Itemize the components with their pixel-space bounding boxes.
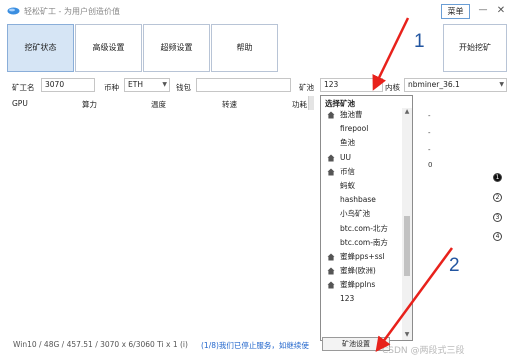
status-message[interactable]: (1/8)我们已停止服务，如继续使 bbox=[201, 340, 309, 351]
page-indicator-1[interactable]: 1 bbox=[493, 173, 502, 182]
column-header-hashrate: 算力 bbox=[82, 100, 97, 109]
column-header-gpu: GPU bbox=[12, 99, 28, 108]
dropdown-scrollbar[interactable]: ▲ ▼ bbox=[402, 108, 412, 340]
pool-option[interactable]: btc.com-北方 bbox=[321, 222, 401, 236]
pool-option-label: btc.com-北方 bbox=[340, 223, 388, 233]
annotation-number-1: 1 bbox=[414, 31, 425, 52]
pool-option-label: UU bbox=[340, 152, 351, 162]
annotation-number-2: 2 bbox=[449, 255, 460, 276]
chevron-down-icon: ▼ bbox=[375, 81, 380, 88]
pool-select[interactable]: 123 ▼ bbox=[320, 78, 383, 92]
coin-select[interactable]: ETH ▼ bbox=[124, 78, 170, 92]
pool-option-label: 小鸟矿池 bbox=[340, 209, 370, 219]
pool-label: 矿池 bbox=[299, 83, 314, 92]
home-icon bbox=[327, 111, 335, 119]
stat-value: - bbox=[428, 129, 431, 137]
column-header-power: 功耗 bbox=[292, 100, 307, 109]
home-icon bbox=[327, 267, 335, 275]
stat-value: 0 bbox=[428, 161, 433, 169]
start-mining-button[interactable]: 开始挖矿 bbox=[443, 24, 507, 72]
pool-option[interactable]: 蚂蚁 bbox=[321, 179, 401, 193]
watermark: CSDN @两段式三段 bbox=[382, 346, 465, 356]
app-logo-icon bbox=[7, 7, 20, 15]
pool-option[interactable]: 蜜蜂pplns bbox=[321, 278, 401, 292]
pool-list[interactable]: 独池曹 firepool 鱼池 UU 币信蚂蚁 hashbase 小鸟矿池 btc.com-北… bbox=[321, 108, 401, 340]
pool-option-label: 蚂蚁 bbox=[340, 180, 355, 190]
column-divider bbox=[308, 96, 314, 110]
pool-option-label: 独池曹 bbox=[340, 110, 363, 119]
chevron-down-icon: ▼ bbox=[162, 81, 167, 88]
tab-mining-status[interactable]: 挖矿状态 bbox=[7, 24, 74, 72]
tab-help[interactable]: 帮助 bbox=[211, 24, 278, 72]
tab-advanced-settings[interactable]: 高级设置 bbox=[75, 24, 142, 72]
chevron-down-icon: ▼ bbox=[499, 81, 504, 88]
minimize-icon[interactable]: — bbox=[476, 4, 490, 18]
worker-name-value: 3070 bbox=[45, 80, 65, 89]
pool-option-label: btc.com-南方 bbox=[340, 237, 388, 247]
pool-option[interactable]: firepool bbox=[321, 122, 401, 136]
pool-value: 123 bbox=[324, 80, 339, 89]
scroll-down-icon[interactable]: ▼ bbox=[402, 331, 412, 340]
worker-name-label: 矿工名 bbox=[12, 83, 35, 92]
worker-name-input[interactable]: 3070 bbox=[41, 78, 95, 92]
pool-dropdown[interactable]: 选择矿池 独池曹 firepool 鱼池 UU 币信 蚂蚁 hashbase 小鸟矿池 btc.… bbox=[320, 95, 413, 341]
pool-option[interactable]: 独池曹 bbox=[321, 108, 401, 122]
pool-option[interactable]: 币信 bbox=[321, 165, 401, 179]
wallet-label: 钱包 bbox=[176, 83, 191, 92]
pool-option-label: 币信 bbox=[340, 166, 355, 176]
pool-option-label: firepool bbox=[340, 124, 369, 134]
coin-label: 币种 bbox=[104, 83, 119, 92]
column-header-temperature: 温度 bbox=[151, 100, 166, 109]
pool-option[interactable]: 小鸟矿池 bbox=[321, 207, 401, 221]
pool-option-label: 蜜蜂(欧洲) bbox=[340, 266, 376, 276]
page-indicator-2[interactable]: 2 bbox=[493, 193, 502, 202]
scrollbar-thumb[interactable] bbox=[404, 216, 410, 276]
pool-option[interactable]: UU bbox=[321, 151, 401, 165]
pool-option-label: 蜜蜂pps+ssl bbox=[340, 251, 385, 261]
coin-value: ETH bbox=[128, 80, 143, 89]
pool-settings-button[interactable]: 矿池设置 bbox=[322, 337, 390, 351]
wallet-input[interactable] bbox=[196, 78, 291, 92]
scroll-up-icon[interactable]: ▲ bbox=[402, 108, 412, 117]
pool-option-label: 蜜蜂pplns bbox=[340, 280, 376, 290]
stat-value: - bbox=[428, 146, 431, 154]
pool-option-label: 123 bbox=[340, 294, 355, 304]
column-header-fan-speed: 转速 bbox=[222, 100, 237, 109]
tab-overclock-settings[interactable]: 超频设置 bbox=[143, 24, 210, 72]
kernel-select[interactable]: nbminer_36.1 ▼ bbox=[404, 78, 507, 92]
home-icon bbox=[327, 253, 335, 261]
stat-value: - bbox=[428, 112, 431, 120]
pool-option[interactable]: hashbase bbox=[321, 193, 401, 207]
close-icon[interactable]: ✕ bbox=[494, 4, 508, 18]
pool-option[interactable]: btc.com-南方 bbox=[321, 236, 401, 250]
kernel-value: nbminer_36.1 bbox=[408, 80, 460, 89]
window-title: 轻松矿工 - 为用户创造价值 bbox=[24, 7, 120, 16]
pool-option[interactable]: 蜜蜂(欧洲) bbox=[321, 264, 401, 278]
pool-option[interactable]: 蜜蜂pps+ssl bbox=[321, 250, 401, 264]
pool-option[interactable]: 鱼池 bbox=[321, 136, 401, 150]
home-icon bbox=[327, 281, 335, 289]
kernel-label: 内核 bbox=[385, 83, 400, 92]
menu-button[interactable]: 菜单 bbox=[441, 4, 470, 19]
page-indicator-3[interactable]: 3 bbox=[493, 213, 502, 222]
page-indicator-4[interactable]: 4 bbox=[493, 232, 502, 241]
pool-option-label: 鱼池 bbox=[340, 138, 355, 148]
annotation-arrow-1 bbox=[372, 17, 410, 91]
home-icon bbox=[327, 168, 335, 176]
pool-option[interactable]: 123 bbox=[321, 292, 401, 306]
system-info: Win10 / 48G / 457.51 / 3070 x 6/3060 Ti … bbox=[13, 340, 188, 349]
pool-option-label: hashbase bbox=[340, 195, 376, 205]
home-icon bbox=[327, 154, 335, 162]
